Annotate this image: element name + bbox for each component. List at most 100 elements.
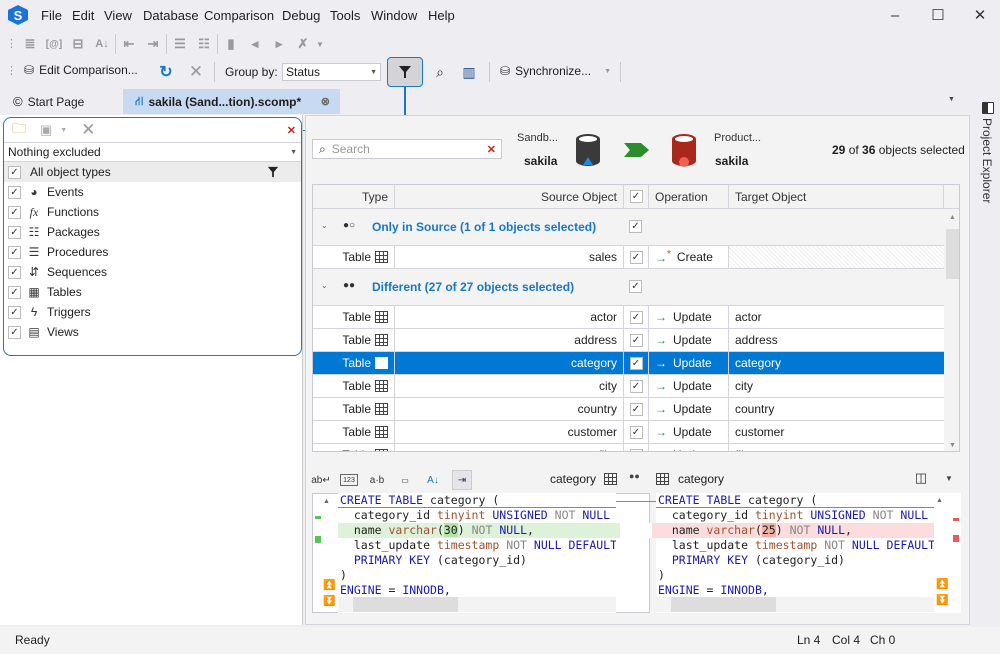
next-bookmark-icon[interactable]: ▸ [268,34,290,54]
table-row[interactable]: Table customer ✓ → Update customer [313,421,944,444]
prev-bookmark-icon[interactable]: ◂ [244,34,266,54]
open-filter-icon[interactable]: 🗀 [12,118,26,142]
word-wrap-icon[interactable]: ab↵ [311,471,331,489]
column-header-source[interactable]: Source Object [395,185,624,209]
include-cell[interactable]: ✓ [624,246,649,268]
format-icon[interactable]: ☰ [169,34,191,54]
outdent-icon[interactable]: ⇤ [118,34,140,54]
group-header[interactable]: ⌄ ●○ Only in Source (1 of 1 objects select… [313,209,944,246]
include-cell[interactable]: ✓ [624,352,649,374]
include-checkbox[interactable]: ✓ [629,310,643,324]
toolbar-grip[interactable]: ⋮ [6,39,17,50]
object-type-row[interactable]: ✓ ▤ Views [4,322,301,342]
checkbox[interactable]: ✓ [8,285,21,299]
column-header-operation[interactable]: Operation [649,185,729,209]
include-checkbox[interactable]: ✓ [629,425,643,439]
include-checkbox[interactable]: ✓ [629,250,643,264]
menu-debug[interactable]: Debug [282,8,320,23]
grid-scrollbar[interactable]: ▲ ▼ [944,209,959,451]
clear-search-icon[interactable]: ✕ [487,143,496,156]
select-all-checkbox[interactable]: ✓ [629,190,643,203]
prev-diff-icon[interactable]: ⏫ [936,579,948,590]
group-header[interactable]: ⌄ ●● Different (27 of 27 objects selected)… [313,269,944,306]
scroll-up-icon[interactable]: ▲ [323,498,330,505]
whitespace-icon[interactable]: a·b [368,471,386,489]
sort-icon[interactable]: A↓ [424,471,442,489]
bookmark-icon[interactable]: ▮ [220,34,242,54]
include-checkbox[interactable]: ✓ [629,402,643,416]
clear-bookmarks-icon[interactable]: ✗ [292,34,314,54]
menu-window[interactable]: Window [371,8,417,23]
object-type-row[interactable]: ✓ ▦ Tables [4,282,301,302]
checkbox[interactable]: ✓ [8,205,21,219]
menu-help[interactable]: Help [428,8,455,23]
scroll-thumb[interactable] [946,229,959,279]
format-selection-icon[interactable]: ☷ [193,34,215,54]
minimize-button[interactable]: – [875,4,915,26]
scroll-thumb[interactable] [353,597,458,612]
clear-filter-icon[interactable]: ✕ [81,120,95,140]
close-tab-icon[interactable]: ⊗ [321,95,330,108]
checkbox[interactable]: ✓ [8,165,21,179]
refresh-icon[interactable]: ↻ [156,62,176,82]
checkbox[interactable]: ✓ [8,265,21,279]
checkbox[interactable]: ✓ [8,225,21,239]
synchronize-button[interactable]: ⛁ Synchronize... ▼ [500,64,611,78]
object-type-row[interactable]: ✓ ϟ Triggers [4,302,301,322]
insert-icon[interactable]: ⊟ [67,34,89,54]
comment-icon[interactable]: ≣ [19,34,41,54]
report-icon[interactable]: ▥ [459,62,479,82]
tab-start-page[interactable]: © Start Page [3,89,121,114]
chevron-down-icon[interactable]: ⌄ [321,221,328,230]
prev-diff-icon[interactable]: ⏫ [323,580,335,591]
include-checkbox[interactable]: ✓ [629,448,643,451]
checkbox[interactable]: ✓ [8,245,21,259]
filter-button[interactable] [387,57,423,87]
include-cell[interactable]: ✓ [624,444,649,451]
cancel-icon[interactable]: ✕ [186,62,206,82]
menu-edit[interactable]: Edit [72,8,94,23]
include-cell[interactable]: ✓ [624,329,649,351]
checkbox[interactable]: ✓ [8,185,21,199]
column-header-type[interactable]: Type [313,185,395,209]
tab-list-chevron-icon[interactable]: ▼ [948,96,955,103]
filter-preset-select[interactable]: Nothing excluded ▼ [4,142,301,162]
checkbox[interactable]: ✓ [8,325,21,339]
all-object-types-row[interactable]: ✓ All object types [4,162,301,182]
menu-file[interactable]: File [41,8,62,23]
chevron-down-icon[interactable]: ▼ [316,40,324,49]
include-checkbox[interactable]: ✓ [629,356,643,370]
object-type-row[interactable]: ✓ fx Functions [4,202,301,222]
table-row[interactable]: Table sales ✓ →* Create [313,246,944,269]
scroll-down-icon[interactable]: ▼ [944,442,959,449]
ignore-indent-icon[interactable]: ⇥ [452,470,472,490]
column-header-checkbox[interactable]: ✓ [624,185,649,209]
right-code-pane[interactable]: CREATE TABLE category ( category_id tiny… [656,493,934,613]
next-diff-icon[interactable]: ⏬ [323,596,335,607]
group-checkbox[interactable]: ✓ [629,280,642,293]
chevron-down-icon[interactable]: ▼ [945,474,953,483]
group-by-select[interactable]: Status ▼ [282,63,381,81]
include-cell[interactable]: ✓ [624,375,649,397]
line-numbers-icon[interactable]: 123 [340,474,358,486]
table-row[interactable]: Table category ✓ → Update category [313,352,944,375]
include-cell[interactable]: ✓ [624,421,649,443]
toolbar-grip[interactable]: ⋮ [6,63,17,77]
search-input[interactable]: ⌕ Search ✕ [312,139,502,159]
filter-icon[interactable] [267,166,279,178]
object-type-row[interactable]: ✓ ☰ Procedures [4,242,301,262]
chevron-down-icon[interactable]: ⌄ [321,281,328,290]
include-cell[interactable]: ✓ [624,398,649,420]
binary-icon[interactable]: ▭ [396,471,414,489]
parameter-icon[interactable]: [@] [43,34,65,54]
column-header-target[interactable]: Target Object [729,185,944,209]
include-checkbox[interactable]: ✓ [629,379,643,393]
indent-icon[interactable]: ⇥ [142,34,164,54]
menu-database[interactable]: Database [143,8,199,23]
object-type-row[interactable]: ✓ ◕ Events [4,182,301,202]
object-type-row[interactable]: ✓ ☷ Packages [4,222,301,242]
table-row[interactable]: Table country ✓ → Update country [313,398,944,421]
right-hscrollbar[interactable] [656,597,934,612]
left-code-pane[interactable]: CREATE TABLE category ( category_id tiny… [338,493,616,613]
scroll-up-icon[interactable]: ▲ [944,214,959,221]
